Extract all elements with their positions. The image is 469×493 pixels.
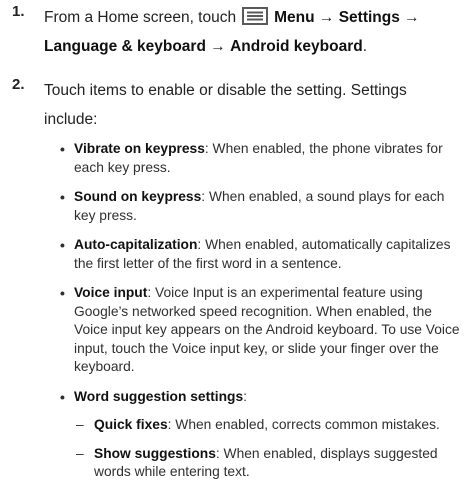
list-item: • Auto-capitalization: When enabled, aut… [60,236,461,273]
menu-label: Menu [274,9,315,26]
list-item: • Word suggestion settings: – Quick fixe… [60,388,461,482]
item-term: Auto-capitalization [74,237,198,252]
step-number: 2. [12,76,25,93]
bullet-icon: • [60,237,65,253]
item-description: : [243,388,247,404]
item-term: Sound on keypress [74,189,202,204]
arrow-icon: → [404,9,420,26]
settings-label: Settings [338,9,400,26]
bullet-icon: • [60,189,65,205]
step-2-text: Touch items to enable or disable the set… [44,82,407,128]
step-number: 1. [12,3,25,20]
dash-icon: – [76,445,84,461]
list-item: • Voice input: Voice Input is an experim… [60,284,461,377]
arrow-icon: → [318,9,335,26]
sub-list-item: – Quick fixes: When enabled, corrects co… [76,416,461,435]
language-keyboard-label: Language & keyboard [44,38,206,55]
step-1-text: From a Home screen, touch Menu → Setting… [44,3,461,61]
item-term: Word suggestion settings [74,388,244,404]
step-1-prefix: From a Home screen, touch [44,9,237,26]
list-item: • Sound on keypress: When enabled, a sou… [60,188,461,225]
arrow-icon: → [210,38,226,55]
bullet-icon: • [60,141,65,157]
bullet-icon: • [60,285,65,301]
menu-icon [242,7,269,25]
document-page: 1. From a Home screen, touch Menu → Sett… [0,0,469,483]
dash-icon: – [76,417,84,432]
period: . [362,38,368,55]
item-term: Voice input [74,285,148,300]
sub-list-item: – Show suggestions: When enabled, displa… [76,445,461,482]
settings-list: • Vibrate on keypress: When enabled, the… [60,140,461,493]
item-term: Show suggestions [94,445,216,461]
android-keyboard-label: Android keyboard [230,38,363,55]
bullet-icon: • [60,388,65,405]
item-term: Vibrate on keypress [74,141,205,156]
item-description: : When enabled, corrects common mistakes… [167,417,440,432]
item-term: Quick fixes [94,417,168,432]
list-item: • Vibrate on keypress: When enabled, the… [60,140,461,177]
sub-list: – Quick fixes: When enabled, corrects co… [76,416,461,482]
